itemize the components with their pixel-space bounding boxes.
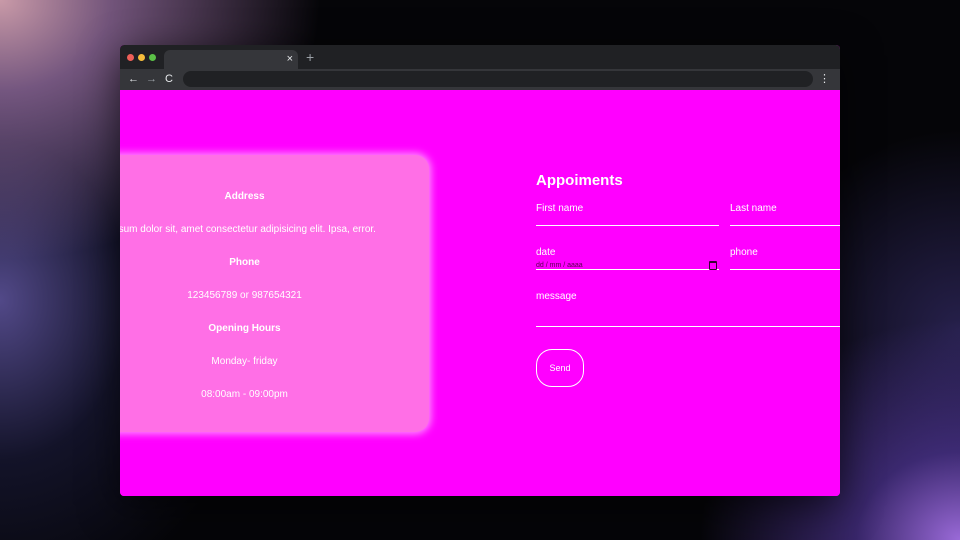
back-arrow-icon[interactable]: ← — [128, 72, 139, 86]
last-name-field[interactable]: Last name — [730, 203, 840, 226]
address-heading: Address — [224, 191, 265, 202]
desktop-background: × + ← → C ⋮ Address psum dolor sit, amet… — [0, 0, 960, 540]
page-viewport: Address psum dolor sit, amet consectetur… — [120, 90, 840, 496]
browser-menu-icon[interactable]: ⋮ — [819, 72, 830, 86]
phone-heading: Phone — [229, 257, 260, 268]
hours-heading: Opening Hours — [208, 323, 281, 334]
address-bar[interactable] — [183, 71, 813, 87]
last-name-label: Last name — [730, 203, 777, 214]
hours-time: 08:00am - 09:00pm — [201, 389, 288, 400]
first-name-label: First name — [536, 203, 584, 214]
message-label: message — [536, 291, 577, 302]
browser-tab[interactable]: × — [164, 50, 298, 69]
forward-arrow-icon[interactable]: → — [146, 72, 157, 86]
phone-text: 123456789 or 987654321 — [187, 290, 302, 301]
reload-icon[interactable]: C — [165, 72, 173, 86]
form-title: Appoiments — [536, 172, 623, 189]
close-window-button[interactable] — [127, 54, 134, 61]
browser-toolbar: ← → C ⋮ — [120, 69, 840, 90]
hours-days: Monday- friday — [211, 356, 278, 367]
date-field[interactable]: date dd / mm / aaaa — [536, 247, 719, 270]
browser-window: × + ← → C ⋮ Address psum dolor sit, amet… — [120, 45, 840, 496]
contact-info-card: Address psum dolor sit, amet consectetur… — [120, 155, 429, 432]
minimize-window-button[interactable] — [138, 54, 145, 61]
calendar-icon[interactable] — [709, 261, 717, 270]
phone-label: phone — [730, 247, 758, 258]
message-field[interactable]: message — [536, 291, 840, 327]
send-button[interactable]: Send — [536, 349, 584, 387]
date-placeholder: dd / mm / aaaa — [536, 262, 583, 269]
first-name-field[interactable]: First name — [536, 203, 719, 226]
date-label: date — [536, 247, 556, 258]
tab-bar: × + — [120, 45, 840, 69]
phone-field[interactable]: phone — [730, 247, 840, 270]
new-tab-icon[interactable]: + — [306, 49, 314, 65]
tab-close-icon[interactable]: × — [287, 52, 293, 66]
address-text: psum dolor sit, amet consectetur adipisi… — [120, 224, 376, 235]
maximize-window-button[interactable] — [149, 54, 156, 61]
